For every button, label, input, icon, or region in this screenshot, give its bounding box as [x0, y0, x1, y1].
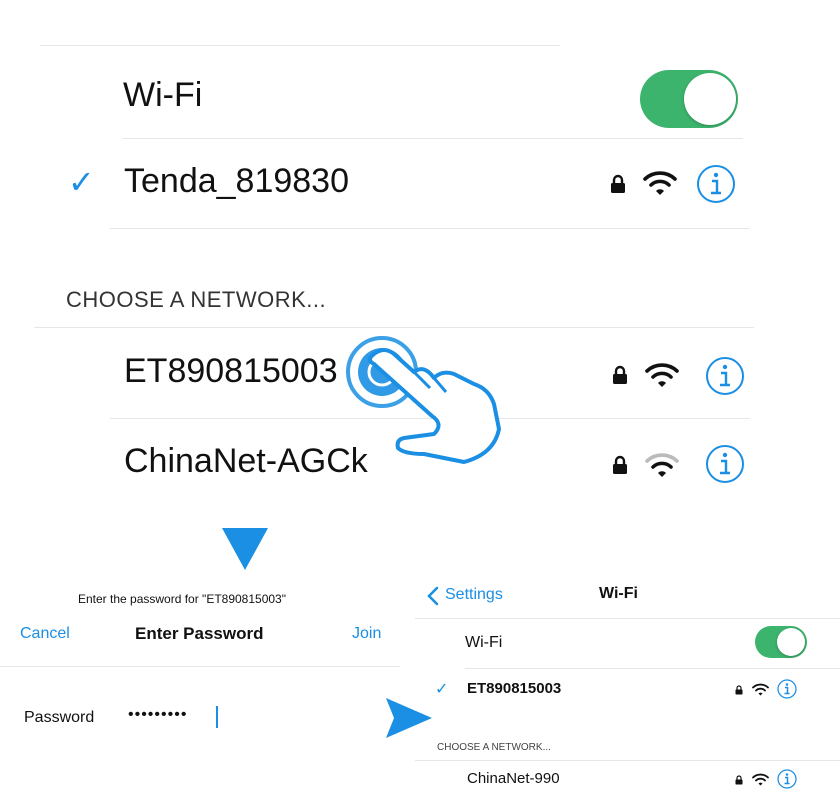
wifi-icon — [752, 773, 769, 786]
checkmark-icon: ✓ — [68, 164, 95, 200]
lock-icon — [735, 685, 743, 695]
wifi-row-divider — [123, 138, 743, 139]
password-field-row[interactable]: Password ••••••••• — [0, 698, 400, 738]
network-name: ET890815003 — [124, 352, 338, 390]
dialog-title: Enter Password — [135, 624, 264, 643]
wifi-icon — [645, 452, 679, 478]
wifi-toggle[interactable] — [755, 626, 807, 658]
network-name: ChinaNet-AGCk — [124, 442, 368, 480]
password-label: Password — [24, 709, 95, 726]
info-icon[interactable] — [696, 164, 736, 204]
info-icon[interactable] — [705, 356, 745, 396]
lock-icon — [610, 174, 626, 194]
network-name: Tenda_819830 — [124, 162, 350, 200]
lock-icon — [735, 775, 743, 785]
network-name: ET890815003 — [467, 680, 562, 697]
back-button[interactable]: Settings — [445, 586, 503, 604]
tap-hand-icon — [334, 334, 509, 469]
wifi-row-divider — [465, 668, 840, 669]
wifi-icon — [752, 683, 769, 696]
password-prompt: Enter the password for "ET890815003" — [78, 592, 286, 606]
wifi-icon — [643, 170, 677, 196]
password-dialog: Enter the password for "ET890815003" Can… — [0, 580, 400, 794]
back-chevron-icon[interactable] — [427, 586, 439, 611]
cancel-button[interactable]: Cancel — [20, 625, 70, 643]
wifi-icon — [645, 362, 679, 388]
wifi-label: Wi-Fi — [465, 634, 503, 651]
nav-title: Wi-Fi — [599, 585, 638, 602]
dialog-divider — [0, 666, 400, 667]
connected-network-row[interactable]: ✓ Tenda_819830 — [0, 140, 840, 228]
section-header: CHOOSE A NETWORK... — [66, 287, 327, 312]
info-icon[interactable] — [705, 444, 745, 484]
section-header: CHOOSE A NETWORK... — [437, 742, 551, 753]
wifi-label: Wi-Fi — [123, 76, 203, 114]
password-input[interactable]: ••••••••• — [128, 706, 187, 724]
wifi-toggle[interactable] — [640, 70, 738, 128]
lock-icon — [612, 455, 628, 475]
connected-row-divider — [110, 228, 750, 229]
top-wifi-panel: Wi-Fi ✓ Tenda_819830 CHOOSE A NETWORK...… — [0, 0, 840, 510]
checkmark-icon: ✓ — [435, 681, 449, 698]
network-row-1[interactable]: ChinaNet-990 — [415, 762, 840, 794]
arrow-down-icon — [222, 528, 268, 575]
connected-network-row[interactable]: ✓ ET890815003 — [415, 670, 840, 710]
section-divider — [415, 760, 840, 761]
network-name: ChinaNet-990 — [467, 770, 560, 787]
text-cursor — [216, 706, 218, 728]
join-button[interactable]: Join — [352, 625, 381, 643]
top-divider — [40, 45, 560, 46]
section-divider — [34, 327, 754, 328]
lock-icon — [612, 365, 628, 385]
nav-divider — [415, 618, 840, 619]
info-icon[interactable] — [777, 679, 797, 699]
info-icon[interactable] — [777, 769, 797, 789]
result-wifi-panel: Settings Wi-Fi Wi-Fi ✓ ET890815003 CHOOS… — [415, 570, 840, 794]
